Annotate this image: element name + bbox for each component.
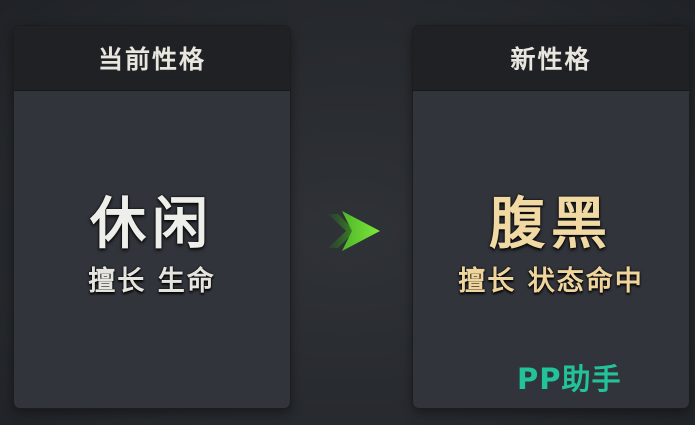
current-trait-specialty: 擅长 生命 (88, 266, 216, 297)
new-personality-header: 新性格 (413, 26, 689, 91)
double-chevron-right-icon (328, 211, 380, 251)
current-personality-header: 当前性格 (14, 26, 290, 91)
watermark-text: PP助手 (517, 362, 622, 396)
new-personality-card: 新性格 腹黑 擅长 状态命中 (413, 26, 689, 408)
new-trait-specialty: 擅长 状态命中 (458, 266, 644, 297)
pp-assistant-watermark: PP助手 (517, 356, 622, 398)
current-personality-card: 当前性格 休闲 擅长 生命 (14, 26, 290, 408)
new-trait-name: 腹黑 (489, 191, 613, 257)
current-trait-name: 休闲 (90, 191, 214, 257)
current-personality-body: 休闲 擅长 生命 (14, 91, 290, 408)
